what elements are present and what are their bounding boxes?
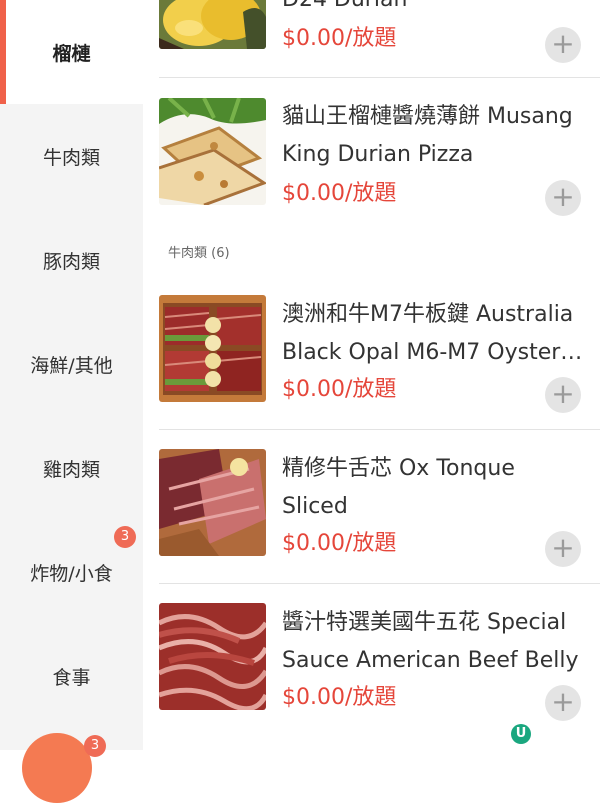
active-indicator <box>0 0 6 104</box>
product-list: D24 Durian $0.00/放題 + 貓山王榴槤醬燒薄餅 Musang K… <box>143 0 600 750</box>
sidebar-item-label: 食事 <box>52 666 91 689</box>
sidebar-item-label: 炸物/小食 <box>30 562 113 585</box>
product-name: 貓山王榴槤醬燒薄餅 Musang King Durian Pizza <box>282 104 573 167</box>
product-name: D24 Durian <box>282 0 587 19</box>
section-header: 牛肉類 (6) <box>168 246 230 261</box>
add-to-cart-button[interactable]: + <box>545 377 581 413</box>
sidebar-item-chicken[interactable]: 雞肉類 <box>0 416 143 520</box>
sidebar-item-label: 榴槤 <box>52 42 91 65</box>
product-price: $0.00/放題 <box>282 181 397 206</box>
sidebar-item-label: 豚肉類 <box>42 250 100 273</box>
sidebar-item-pork[interactable]: 豚肉類 <box>0 208 143 312</box>
add-to-cart-button[interactable]: + <box>545 27 581 63</box>
product-price: $0.00/放題 <box>282 377 397 402</box>
product-name: 精修牛舌芯 Ox Tonque Sliced <box>282 456 515 519</box>
sidebar-item-meals[interactable]: 食事 <box>0 624 143 728</box>
product-name: 醬汁特選美國牛五花 Special Sauce American Beef Be… <box>282 610 579 673</box>
sidebar-item-label: 牛肉類 <box>42 146 100 169</box>
add-to-cart-button[interactable]: + <box>545 180 581 216</box>
sidebar-item-fried-snacks[interactable]: 炸物/小食 3 <box>0 520 143 624</box>
divider <box>159 429 600 430</box>
product-price: $0.00/放題 <box>282 685 397 710</box>
product-image-durian-pizza <box>159 98 266 205</box>
add-to-cart-button[interactable]: + <box>545 531 581 567</box>
sidebar-item-seafood-other[interactable]: 海鮮/其他 <box>0 312 143 416</box>
product-image-oyster-blade <box>159 295 266 402</box>
cart-button[interactable] <box>22 733 92 803</box>
divider <box>159 77 600 78</box>
product-image-ox-tongue <box>159 449 266 556</box>
product-price: $0.00/放題 <box>282 531 397 556</box>
sidebar-item-beef[interactable]: 牛肉類 <box>0 104 143 208</box>
sidebar-item-label: 雞肉類 <box>42 458 100 481</box>
product-price: $0.00/放題 <box>282 26 397 51</box>
sidebar-item-label: 海鮮/其他 <box>30 354 113 377</box>
count-badge: 3 <box>114 526 136 548</box>
watermark-logo: U <box>511 724 531 744</box>
divider <box>159 583 600 584</box>
add-to-cart-button[interactable]: + <box>545 685 581 721</box>
category-sidebar: 榴槤 牛肉類 豚肉類 海鮮/其他 雞肉類 炸物/小食 3 食事 3 <box>0 0 143 803</box>
sidebar-item-durian[interactable]: 榴槤 <box>0 0 143 104</box>
cart-count-badge: 3 <box>84 735 106 757</box>
product-name: 澳洲和牛M7牛板鍵 Australia Black Opal M6-M7 Oys… <box>282 302 574 365</box>
product-image-d24-durian <box>159 0 266 49</box>
product-image-beef-belly <box>159 603 266 710</box>
